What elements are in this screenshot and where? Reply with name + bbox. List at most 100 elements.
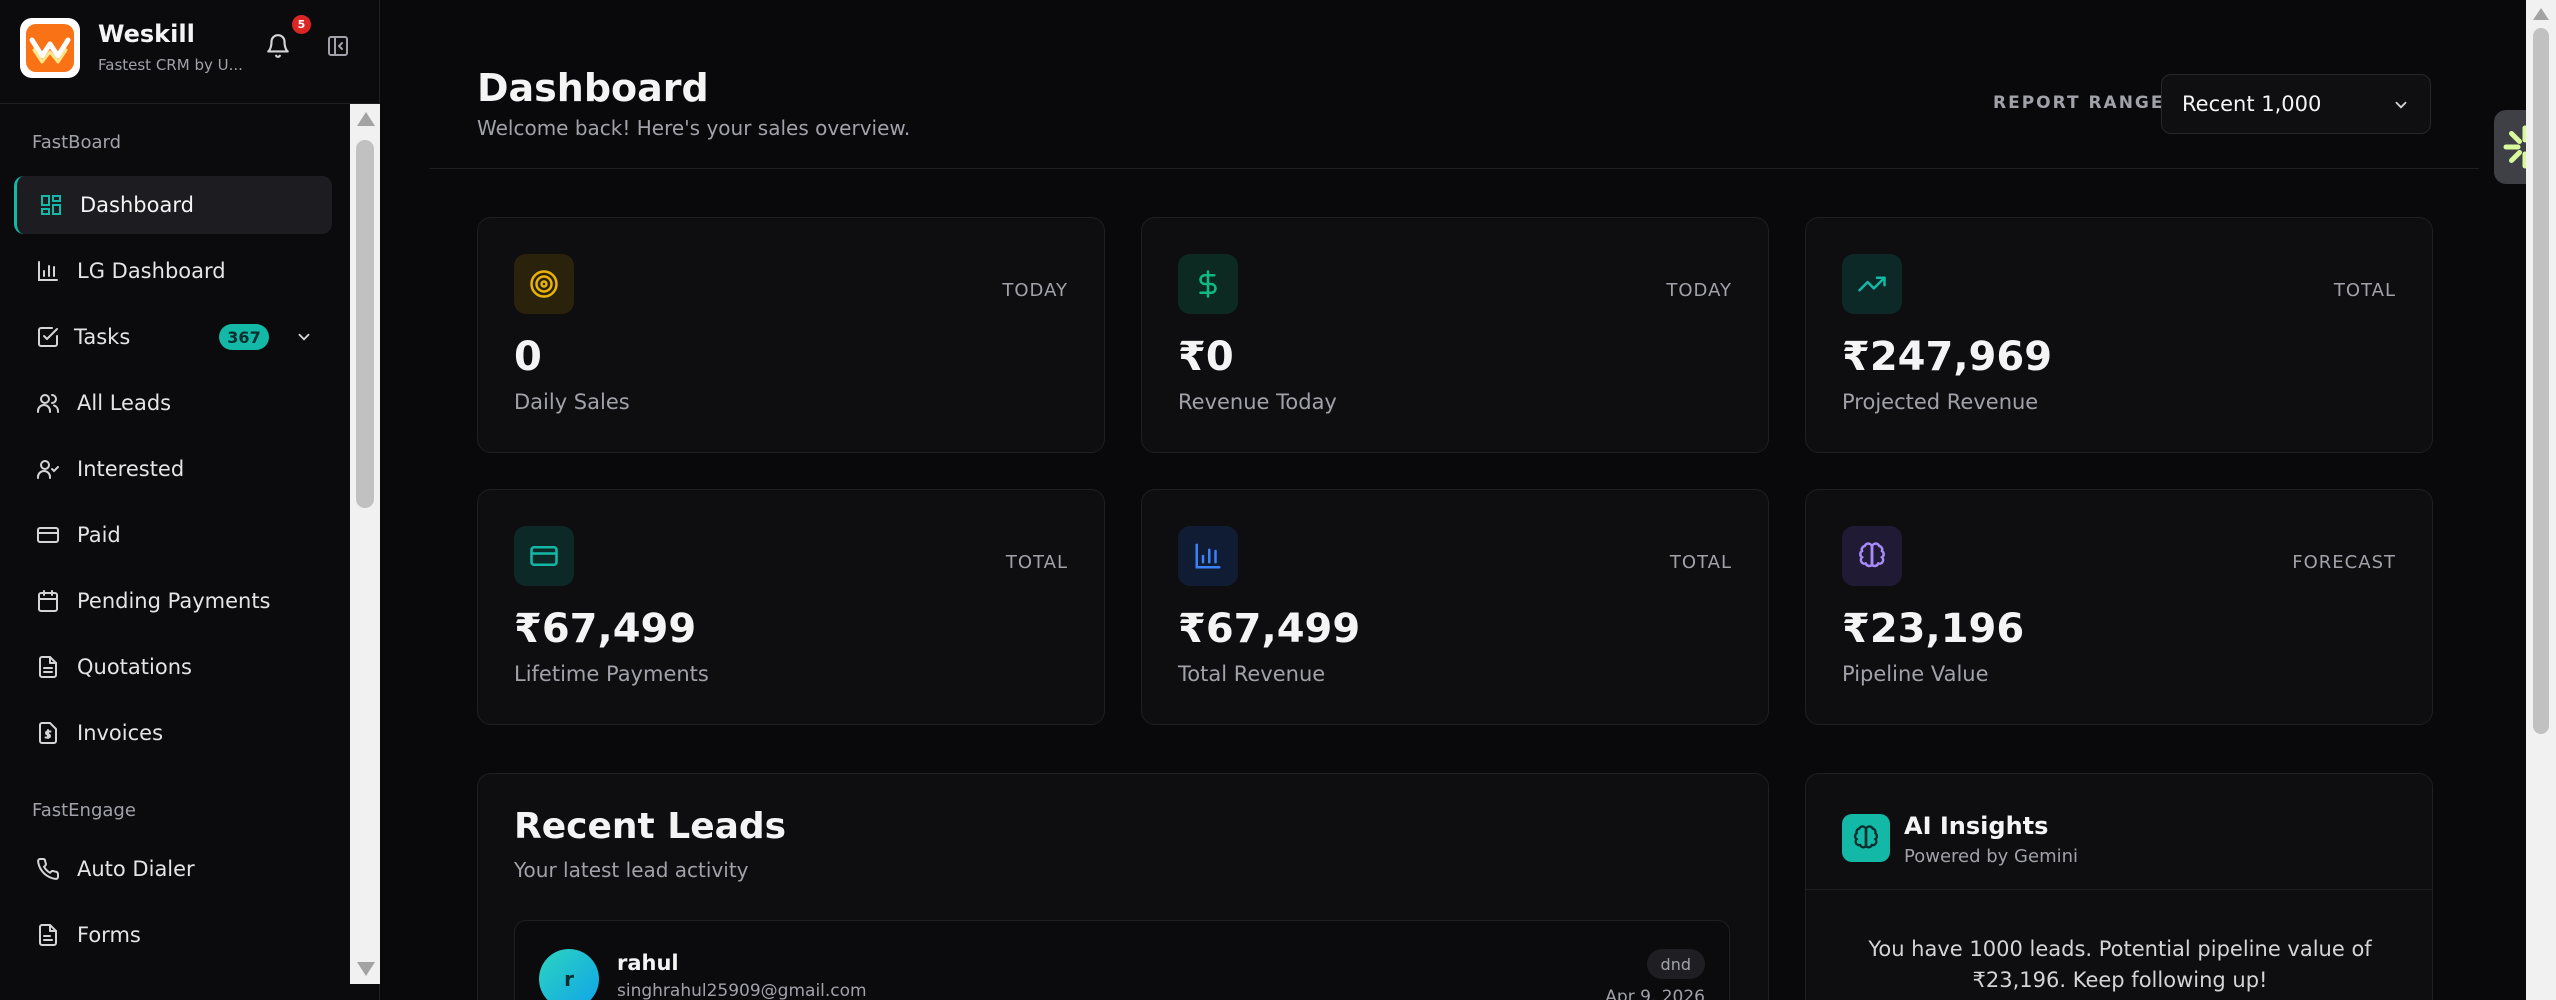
trending-up-icon: [1858, 276, 1886, 292]
users-icon: [37, 394, 59, 413]
bell-icon: [267, 34, 289, 58]
lead-row[interactable]: r rahul singhrahul25909@gmail.com dnd Ap…: [514, 920, 1730, 1000]
ai-icon-box: [1842, 814, 1890, 862]
scroll-up-arrow-icon[interactable]: [357, 112, 375, 126]
ai-insights-subtitle: Powered by Gemini: [1904, 846, 2079, 867]
scrollbar-thumb[interactable]: [356, 140, 374, 508]
recent-leads-title: Recent Leads: [514, 806, 787, 847]
target-icon: [530, 270, 558, 298]
stat-card-lifetime-payments: TOTAL ₹67,499 Lifetime Payments: [477, 489, 1105, 725]
grid-icon: [41, 195, 61, 215]
sidebar-item-dashboard[interactable]: Dashboard: [14, 176, 332, 234]
stat-value: ₹67,499: [1178, 606, 1361, 652]
page-scrollbar[interactable]: [2526, 0, 2556, 1000]
brand-name: Weskill: [98, 20, 195, 48]
stat-label: Daily Sales: [514, 390, 630, 414]
page-title: Dashboard: [477, 66, 709, 110]
sidebar-item-all-leads[interactable]: All Leads: [14, 374, 332, 432]
stat-tag: TOTAL: [1005, 552, 1068, 573]
sidebar-item-label: Forms: [77, 923, 141, 947]
stat-icon-box: [514, 254, 574, 314]
avatar: r: [539, 949, 599, 1000]
sidebar: Weskill Fastest CRM by U... 5 FastBoard …: [0, 0, 380, 1000]
stat-card-pipeline-value: FORECAST ₹23,196 Pipeline Value: [1805, 489, 2433, 725]
form-icon: [39, 924, 57, 946]
sidebar-item-forms[interactable]: Forms: [14, 906, 332, 964]
sidebar-item-quotations[interactable]: Quotations: [14, 638, 332, 696]
nav-section-fastengage: FastEngage: [32, 800, 136, 821]
stat-tag: TOTAL: [1669, 552, 1732, 573]
sidebar-scrollbar[interactable]: [350, 104, 380, 984]
bar-chart-icon: [38, 261, 58, 281]
stat-icon-box: [514, 526, 574, 586]
tasks-count-badge: 367: [219, 324, 269, 350]
sidebar-nav: FastBoard Dashboard LG Dashboard Tasks 3…: [0, 104, 350, 984]
scroll-down-arrow-icon[interactable]: [357, 962, 375, 976]
sidebar-item-label: All Leads: [77, 391, 172, 415]
stat-tag: TOTAL: [2333, 280, 2396, 301]
sidebar-item-label: LG Dashboard: [77, 259, 226, 283]
stat-value: 0: [514, 334, 542, 380]
brand-header: Weskill Fastest CRM by U... 5: [0, 0, 380, 104]
stat-card-daily-sales: TODAY 0 Daily Sales: [477, 217, 1105, 453]
stat-card-projected-revenue: TOTAL ₹247,969 Projected Revenue: [1805, 217, 2433, 453]
chevron-down-icon[interactable]: [295, 328, 313, 346]
stat-icon-box: [1842, 526, 1902, 586]
lead-email: singhrahul25909@gmail.com: [617, 981, 867, 1000]
stat-tag: FORECAST: [2292, 552, 2396, 573]
main-content: Dashboard Welcome back! Here's your sale…: [381, 0, 2526, 1000]
brain-icon: [1854, 825, 1878, 849]
ai-insights-title: AI Insights: [1904, 812, 2049, 840]
dollar-icon: [1199, 270, 1217, 298]
lead-date: Apr 9, 2026: [1605, 987, 1705, 1000]
status-badge: dnd: [1646, 949, 1705, 979]
stat-card-revenue-today: TODAY ₹0 Revenue Today: [1141, 217, 1769, 453]
document-icon: [39, 656, 57, 678]
bar-chart-icon: [1195, 543, 1221, 569]
report-range-select[interactable]: Recent 1,000: [2161, 74, 2431, 134]
stat-tag: TODAY: [1002, 280, 1068, 301]
stat-tag: TODAY: [1666, 280, 1732, 301]
notification-count-badge: 5: [292, 15, 311, 34]
stat-card-total-revenue: TOTAL ₹67,499 Total Revenue: [1141, 489, 1769, 725]
panel-left-icon: [328, 36, 348, 56]
credit-card-icon: [37, 527, 59, 543]
sidebar-item-label: Invoices: [77, 721, 164, 745]
sidebar-item-label: Tasks: [74, 325, 131, 349]
report-range-label: REPORT RANGE:: [1993, 93, 2174, 113]
sidebar-item-label: Pending Payments: [77, 589, 271, 613]
stat-label: Pipeline Value: [1842, 662, 1989, 686]
chevron-down-icon: [2395, 101, 2407, 109]
scrollbar-thumb[interactable]: [2533, 28, 2549, 734]
sidebar-item-interested[interactable]: Interested: [14, 440, 332, 498]
stat-value: ₹23,196: [1842, 606, 2025, 652]
scroll-up-arrow-icon[interactable]: [2533, 8, 2549, 20]
sidebar-item-paid[interactable]: Paid: [14, 506, 332, 564]
sidebar-item-tasks[interactable]: Tasks 367: [14, 308, 332, 366]
sidebar-item-label: Quotations: [77, 655, 192, 679]
ai-insights-text: You have 1000 leads. Potential pipeline …: [1868, 937, 2372, 992]
report-range-value: Recent 1,000: [2182, 92, 2322, 116]
sidebar-item-label: Auto Dialer: [77, 857, 195, 881]
sidebar-item-label: Interested: [77, 457, 185, 481]
header-divider: [429, 168, 2479, 169]
weskill-logo[interactable]: [20, 18, 80, 78]
stat-icon-box: [1178, 254, 1238, 314]
sidebar-item-pending-payments[interactable]: Pending Payments: [14, 572, 332, 630]
credit-card-icon: [530, 546, 558, 566]
sidebar-item-lg-dashboard[interactable]: LG Dashboard: [14, 242, 332, 300]
stat-label: Lifetime Payments: [514, 662, 709, 686]
checkbox-icon: [38, 327, 58, 347]
stat-value: ₹0: [1178, 334, 1234, 380]
page-subtitle: Welcome back! Here's your sales overview…: [477, 116, 911, 140]
sidebar-item-label: Dashboard: [80, 193, 194, 217]
phone-icon: [37, 857, 60, 880]
stat-label: Revenue Today: [1178, 390, 1337, 414]
stat-label: Projected Revenue: [1842, 390, 2039, 414]
brain-icon: [1859, 542, 1885, 568]
sidebar-item-invoices[interactable]: Invoices: [14, 704, 332, 762]
collapse-sidebar-button[interactable]: [322, 30, 354, 62]
sidebar-item-auto-dialer[interactable]: Auto Dialer: [14, 840, 332, 898]
lead-name: rahul: [617, 951, 679, 975]
notifications-button[interactable]: [262, 30, 294, 62]
